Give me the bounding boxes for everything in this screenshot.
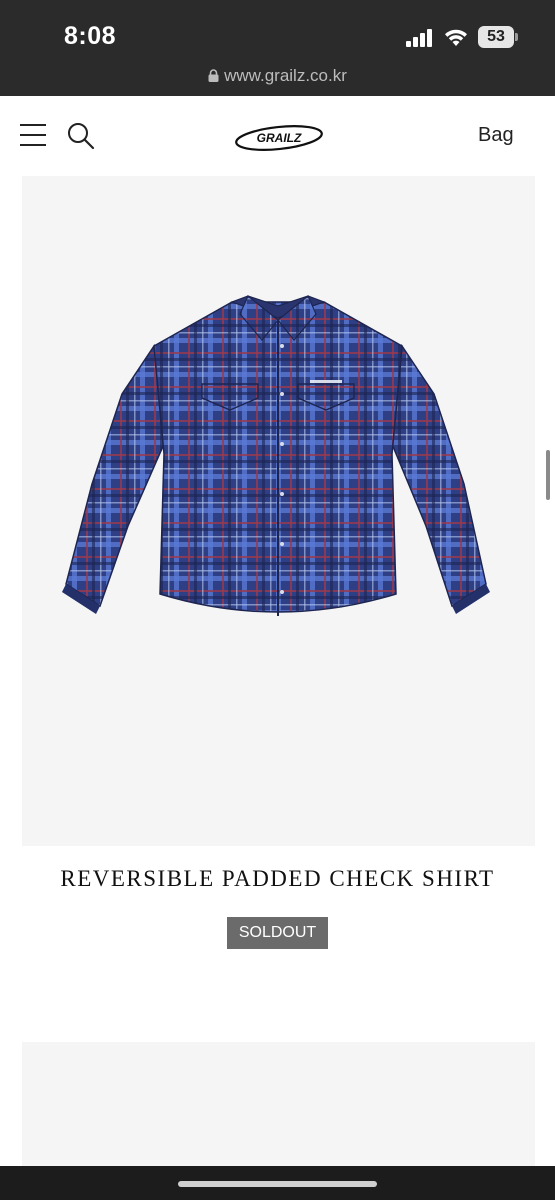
soldout-badge: SOLDOUT <box>227 917 328 949</box>
home-indicator[interactable] <box>178 1181 377 1187</box>
wifi-icon <box>445 29 467 46</box>
logo-text: GRAILZ <box>257 131 302 145</box>
address-url: www.grailz.co.kr <box>224 66 347 85</box>
home-bar <box>0 1166 555 1200</box>
status-bar: 8:08 53 www.grailz.co.kr <box>0 0 555 96</box>
product-title[interactable]: REVERSIBLE PADDED CHECK SHIRT <box>0 866 555 892</box>
battery-icon: 53 <box>478 26 518 48</box>
grailz-logo[interactable]: GRAILZ <box>234 122 324 152</box>
status-time: 8:08 <box>64 22 117 50</box>
plaid-shirt-image <box>62 295 490 616</box>
bag-link[interactable]: Bag <box>478 124 514 147</box>
site-header: GRAILZ Bag <box>0 96 555 176</box>
product-image[interactable] <box>22 176 535 846</box>
battery-level: 53 <box>487 28 505 45</box>
address-bar[interactable]: www.grailz.co.kr <box>0 66 555 90</box>
signal-icon <box>406 29 432 47</box>
scrollbar[interactable] <box>546 450 550 500</box>
next-product-image[interactable] <box>22 1042 535 1166</box>
search-icon[interactable] <box>67 122 95 150</box>
hamburger-menu-icon[interactable] <box>20 124 46 146</box>
lock-icon <box>208 69 219 82</box>
